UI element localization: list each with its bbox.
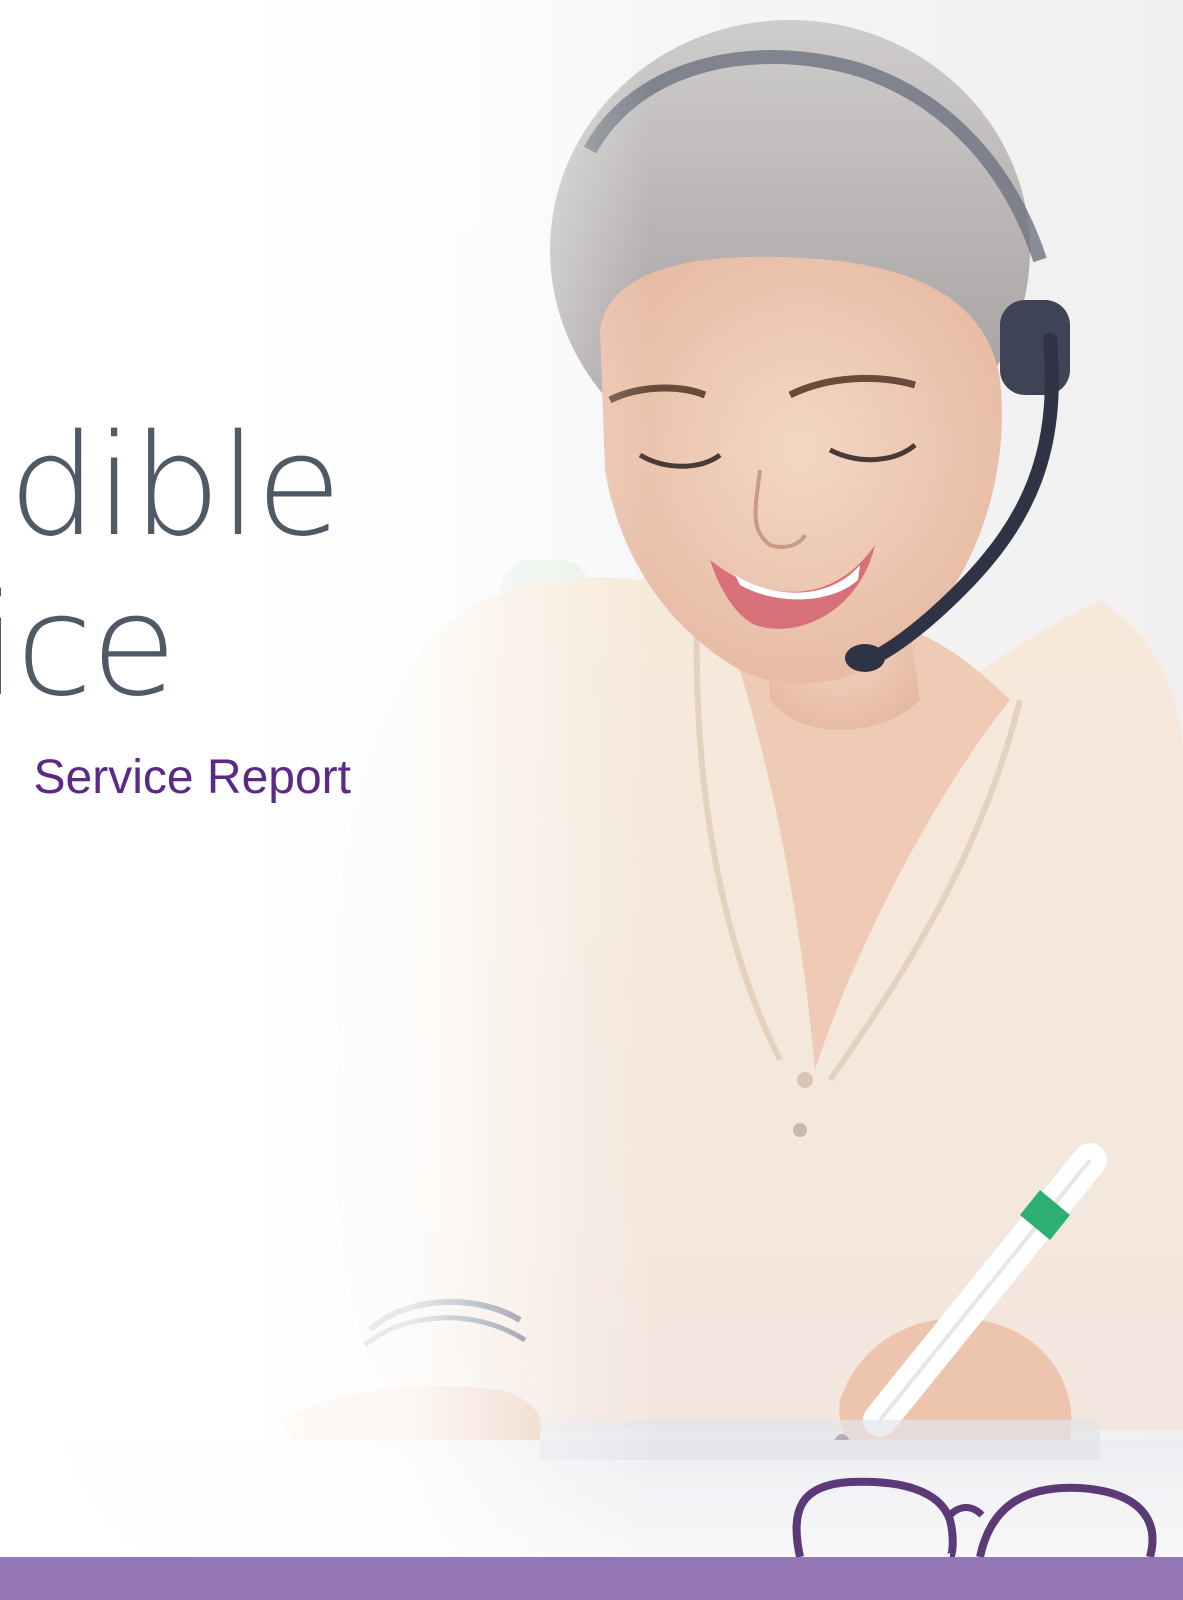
report-title-line-1: redible (0, 405, 342, 568)
report-cover: redible vice Service Report (0, 0, 1183, 1600)
report-title-line-2: vice (0, 565, 177, 728)
footer-color-band (0, 1557, 1183, 1600)
report-subtitle: Service Report (33, 751, 351, 804)
